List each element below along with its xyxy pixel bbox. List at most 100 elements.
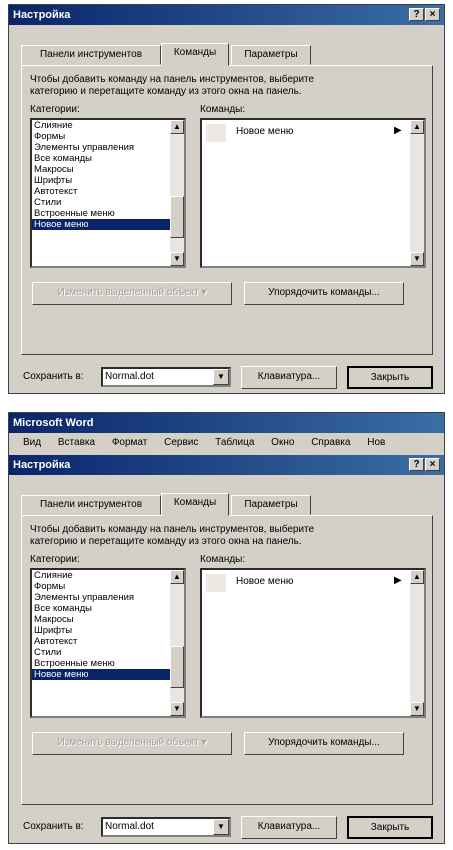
commands-panel: Чтобы добавить команду на панель инструм…: [21, 65, 433, 355]
modify-selection-button[interactable]: Изменить выделенный объект ▾: [32, 732, 232, 755]
description-line-1: Чтобы добавить команду на панель инструм…: [30, 74, 315, 85]
command-icon: [206, 124, 226, 142]
tab-options[interactable]: Параметры: [231, 495, 311, 515]
modify-selection-button[interactable]: Изменить выделенный объект ▾: [32, 282, 232, 305]
category-item[interactable]: Автотекст: [32, 186, 184, 197]
menu-item-format[interactable]: Формат: [112, 437, 148, 448]
tab-commands[interactable]: Команды: [161, 493, 229, 516]
keyboard-button[interactable]: Клавиатура...: [241, 816, 337, 839]
commands-panel: Чтобы добавить команду на панель инструм…: [21, 515, 433, 805]
close-button[interactable]: Закрыть: [347, 816, 433, 839]
save-in-label: Сохранить в:: [23, 821, 84, 832]
scroll-thumb[interactable]: [170, 196, 184, 238]
category-item[interactable]: Шрифты: [32, 625, 184, 636]
scroll-down-icon[interactable]: ▼: [410, 252, 424, 266]
dialog-title: Настройка: [13, 9, 71, 21]
category-item[interactable]: Автотекст: [32, 636, 184, 647]
scroll-down-icon[interactable]: ▼: [410, 702, 424, 716]
category-item[interactable]: Макросы: [32, 614, 184, 625]
save-in-value: Normal.dot: [105, 371, 154, 382]
category-item[interactable]: Элементы управления: [32, 142, 184, 153]
menu-item-insert[interactable]: Вставка: [58, 437, 95, 448]
category-item[interactable]: Стили: [32, 197, 184, 208]
rearrange-commands-button[interactable]: Упорядочить команды...: [244, 282, 404, 305]
categories-scrollbar[interactable]: ▲ ▼: [170, 120, 184, 266]
commands-label: Команды:: [200, 554, 246, 565]
category-item[interactable]: Все команды: [32, 603, 184, 614]
command-item[interactable]: Новое меню: [236, 576, 293, 587]
close-icon[interactable]: ×: [425, 458, 440, 471]
dialog-titlebar: Настройка ? ×: [9, 5, 444, 25]
rearrange-commands-button[interactable]: Упорядочить команды...: [244, 732, 404, 755]
close-button[interactable]: Закрыть: [347, 366, 433, 389]
commands-scrollbar[interactable]: ▲ ▼: [410, 120, 424, 266]
word-titlebar: Microsoft Word: [9, 413, 444, 433]
submenu-arrow-icon: ▶: [394, 125, 402, 136]
scroll-up-icon[interactable]: ▲: [170, 120, 184, 134]
save-in-value: Normal.dot: [105, 821, 154, 832]
menu-item-new[interactable]: Нов: [367, 437, 385, 448]
menu-item-tools[interactable]: Сервис: [164, 437, 198, 448]
word-window-2: Microsoft Word Вид Вставка Формат Сервис…: [8, 412, 445, 844]
menu-item-window[interactable]: Окно: [271, 437, 294, 448]
tab-toolbars[interactable]: Панели инструментов: [21, 495, 161, 515]
tab-options[interactable]: Параметры: [231, 45, 311, 65]
help-button[interactable]: ?: [409, 8, 424, 21]
commands-scrollbar[interactable]: ▲ ▼: [410, 570, 424, 716]
scroll-up-icon[interactable]: ▲: [170, 570, 184, 584]
dialog-title: Настройка: [13, 459, 71, 471]
commands-label: Команды:: [200, 104, 246, 115]
categories-label: Категории:: [30, 554, 80, 565]
description-text: Чтобы добавить команду на панель инструм…: [30, 74, 426, 98]
category-item-selected[interactable]: Новое меню: [32, 669, 184, 680]
category-item[interactable]: Все команды: [32, 153, 184, 164]
scroll-down-icon[interactable]: ▼: [170, 702, 184, 716]
category-item[interactable]: Слияние: [32, 120, 184, 131]
save-in-select[interactable]: Normal.dot ▼: [101, 817, 231, 837]
command-item[interactable]: Новое меню: [236, 126, 293, 137]
commands-list[interactable]: Новое меню ▶ ▲ ▼: [200, 568, 426, 718]
scroll-up-icon[interactable]: ▲: [410, 120, 424, 134]
category-item-selected[interactable]: Новое меню: [32, 219, 184, 230]
category-item[interactable]: Макросы: [32, 164, 184, 175]
word-app-title: Microsoft Word: [13, 417, 94, 429]
dialog-titlebar: Настройка ? ×: [9, 455, 444, 475]
menu-item-view[interactable]: Вид: [23, 437, 41, 448]
scroll-thumb[interactable]: [170, 646, 184, 688]
submenu-arrow-icon: ▶: [394, 575, 402, 586]
category-item[interactable]: Формы: [32, 581, 184, 592]
save-in-select[interactable]: Normal.dot ▼: [101, 367, 231, 387]
category-item[interactable]: Встроенные меню: [32, 208, 184, 219]
help-button[interactable]: ?: [409, 458, 424, 471]
description-line-2: категорию и перетащите команду из этого …: [30, 536, 302, 547]
categories-list[interactable]: Слияние Формы Элементы управления Все ко…: [30, 568, 186, 718]
description-text: Чтобы добавить команду на панель инструм…: [30, 524, 426, 548]
menu-item-help[interactable]: Справка: [311, 437, 350, 448]
keyboard-button[interactable]: Клавиатура...: [241, 366, 337, 389]
category-item[interactable]: Шрифты: [32, 175, 184, 186]
description-line-1: Чтобы добавить команду на панель инструм…: [30, 524, 315, 535]
category-item[interactable]: Стили: [32, 647, 184, 658]
categories-label: Категории:: [30, 104, 80, 115]
category-item[interactable]: Слияние: [32, 570, 184, 581]
scroll-up-icon[interactable]: ▲: [410, 570, 424, 584]
dropdown-icon[interactable]: ▼: [213, 819, 229, 835]
categories-scrollbar[interactable]: ▲ ▼: [170, 570, 184, 716]
categories-list[interactable]: Слияние Формы Элементы управления Все ко…: [30, 118, 186, 268]
command-icon: [206, 574, 226, 592]
category-item[interactable]: Формы: [32, 131, 184, 142]
tab-strip: Панели инструментов Команды Параметры: [21, 493, 321, 516]
close-icon[interactable]: ×: [425, 8, 440, 21]
menu-item-table[interactable]: Таблица: [215, 437, 254, 448]
tab-commands[interactable]: Команды: [161, 43, 229, 66]
tab-strip: Панели инструментов Команды Параметры: [21, 43, 321, 66]
scroll-down-icon[interactable]: ▼: [170, 252, 184, 266]
category-item[interactable]: Элементы управления: [32, 592, 184, 603]
customize-dialog-1: Настройка ? × Панели инструментов Команд…: [8, 4, 445, 394]
description-line-2: категорию и перетащите команду из этого …: [30, 86, 302, 97]
tab-toolbars[interactable]: Панели инструментов: [21, 45, 161, 65]
commands-list[interactable]: Новое меню ▶ ▲ ▼: [200, 118, 426, 268]
category-item[interactable]: Встроенные меню: [32, 658, 184, 669]
word-menubar: Вид Вставка Формат Сервис Таблица Окно С…: [9, 433, 444, 453]
dropdown-icon[interactable]: ▼: [213, 369, 229, 385]
